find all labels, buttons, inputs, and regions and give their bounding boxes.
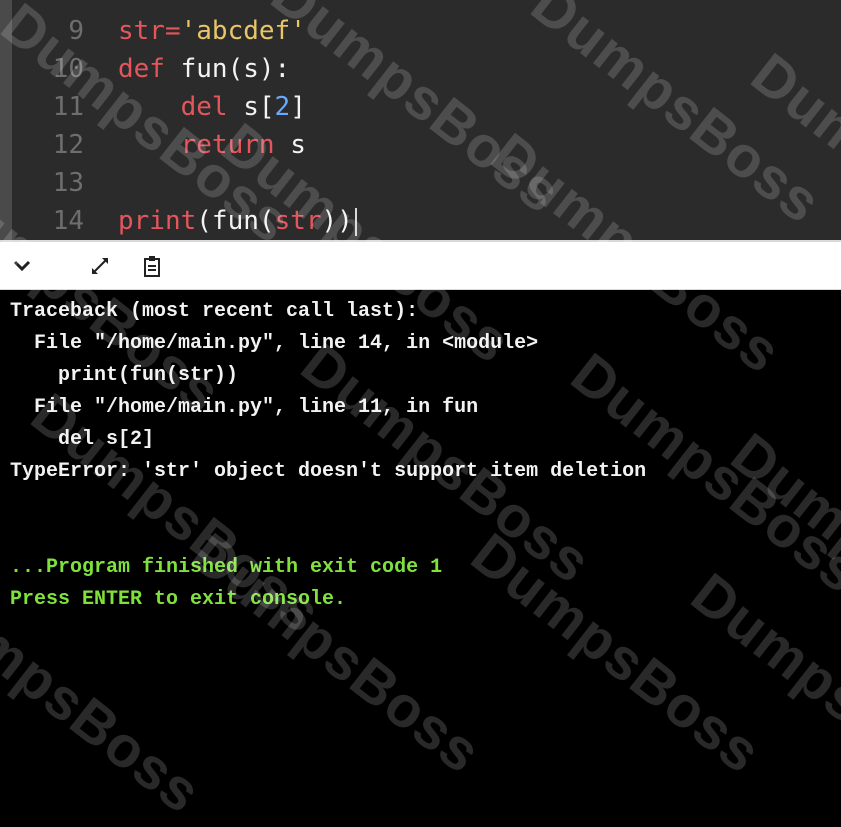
console-output[interactable]: Traceback (most recent call last): File … [0, 290, 841, 656]
console-line: Traceback (most recent call last): [10, 300, 419, 323]
console-line: File "/home/main.py", line 14, in <modul… [10, 332, 539, 355]
line-number: 13 [52, 168, 84, 198]
console-line: del s[2] [10, 428, 155, 451]
code-token: = [164, 16, 181, 46]
console-line: ...Program finished with exit code 1 [10, 556, 443, 579]
expand-console-button[interactable] [86, 252, 114, 280]
code-text: print(fun(str)) [118, 202, 357, 240]
code-text: return s [118, 126, 306, 164]
code-editor[interactable]: 9 str='abcdef' 10 def fun(s): 11 del s[2] 12 … [0, 0, 841, 240]
line-number: 11 [52, 92, 84, 122]
expand-arrows-icon [92, 258, 108, 274]
code-token: str [118, 16, 165, 46]
console-toolbar [0, 240, 841, 290]
console-line: TypeError: 'str' object doesn't support … [10, 460, 647, 483]
code-token: 2 [274, 92, 291, 122]
line-number: 9 [68, 16, 84, 46]
code-token: s [290, 130, 306, 160]
text-cursor [354, 207, 357, 236]
code-token: del [118, 92, 244, 122]
code-token: fun(s): [180, 54, 291, 84]
console-line: print(fun(str)) [10, 364, 239, 387]
copy-output-button[interactable] [138, 252, 166, 280]
code-token: 'abcdef' [180, 16, 306, 46]
editor-gutter-strip [0, 0, 12, 240]
console-line: Press ENTER to exit console. [10, 588, 347, 611]
code-token: )) [321, 206, 353, 236]
code-text: def fun(s): [118, 50, 290, 88]
code-token: print [118, 206, 197, 236]
line-number: 10 [52, 54, 84, 84]
code-token: return [118, 130, 291, 160]
line-number: 12 [52, 130, 84, 160]
code-token: (fun( [196, 206, 275, 236]
code-text: str='abcdef' [118, 12, 306, 50]
console-line: File "/home/main.py", line 11, in fun [10, 396, 479, 419]
code-text: del s[2] [118, 88, 306, 126]
code-token: s[ [243, 92, 275, 122]
code-token: ] [290, 92, 306, 122]
clipboard-icon [144, 256, 160, 277]
code-token: str [274, 206, 322, 236]
line-number: 14 [52, 206, 84, 236]
collapse-console-button[interactable] [8, 252, 36, 280]
chevron-down-icon [13, 260, 31, 272]
code-token: def [118, 54, 181, 84]
